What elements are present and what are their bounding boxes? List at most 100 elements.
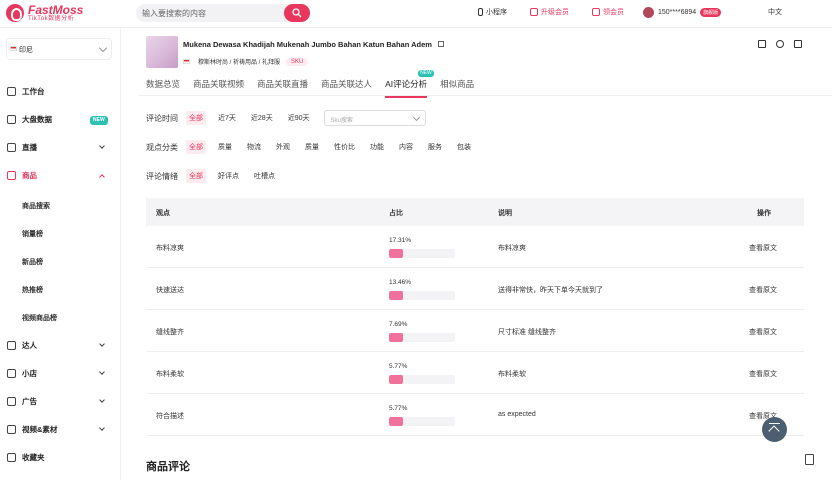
top-bar: FastMoss TikTok数据分析 输入要搜索的内容 小程序 升级会员 领会… (0, 0, 832, 28)
product-category: 穆斯林时尚 / 祈祷用品 / 礼拜服 SKU (183, 57, 309, 66)
filter-option[interactable]: 近28天 (248, 111, 276, 125)
tab-label: AI评论分析 (385, 79, 428, 89)
product-image[interactable] (146, 36, 178, 68)
column-header: 占比 (389, 210, 403, 217)
filter-option[interactable]: 性价比 (331, 140, 358, 154)
filter-option[interactable]: 近7天 (215, 111, 239, 125)
sidebar-item-label: 直播 (22, 143, 37, 152)
row-point: 布料柔软 (156, 371, 184, 378)
filter-label: 评论情绪 (146, 171, 178, 181)
chevron-down-icon (99, 341, 105, 347)
bag-icon (7, 171, 16, 180)
percent-bar-fill (389, 375, 403, 384)
region-select[interactable]: 印尼 (6, 38, 112, 60)
crown-icon (530, 8, 538, 16)
qrcode-icon[interactable] (758, 40, 766, 48)
copy-icon[interactable] (438, 41, 445, 47)
row-description: 布料柔软 (498, 371, 526, 378)
phone-icon (478, 8, 483, 16)
row-point: 符合描述 (156, 413, 184, 420)
sidebar-sub-hot-rank[interactable]: 热推榜 (22, 285, 43, 295)
search-input[interactable]: 输入要搜索的内容 (136, 4, 310, 22)
upgrade-link[interactable]: 升级会员 (530, 7, 569, 17)
view-original-link[interactable]: 查看原文 (749, 243, 777, 253)
filter-option[interactable]: 质量 (215, 140, 235, 154)
row-description: 尺寸标准 缝线整齐 (498, 329, 556, 336)
filter-option[interactable]: 好评点 (215, 169, 242, 183)
region-label: 印尼 (19, 47, 33, 54)
filter-option[interactable]: 吐槽点 (251, 169, 278, 183)
miniapp-link[interactable]: 小程序 (478, 7, 507, 17)
filter-option[interactable]: 服务 (425, 140, 445, 154)
filter-option[interactable]: 近90天 (285, 111, 313, 125)
filter-option[interactable]: 质量 (302, 140, 322, 154)
sidebar-item-label: 工作台 (22, 87, 45, 96)
sidebar-sub-new-rank[interactable]: 新品榜 (22, 257, 43, 267)
filter-option[interactable]: 功能 (367, 140, 387, 154)
sidebar-item-label: 达人 (22, 341, 37, 350)
logo[interactable]: FastMoss TikTok数据分析 (6, 4, 83, 22)
sidebar-item-shops[interactable]: 小店 (0, 360, 121, 388)
filter-label: 观点分类 (146, 142, 178, 152)
view-original-link[interactable]: 查看原文 (749, 327, 777, 337)
sidebar-item-market-data[interactable]: 大盘数据 NEW (0, 106, 121, 134)
user-icon (7, 341, 16, 350)
document-icon[interactable] (805, 454, 814, 465)
row-point: 布料凉爽 (156, 245, 184, 252)
filter-option[interactable]: 全部 (186, 140, 206, 154)
column-header: 操作 (757, 210, 771, 217)
filter-option[interactable]: 物流 (244, 140, 264, 154)
upgrade-label: 升级会员 (541, 9, 569, 16)
row-point: 缝线整齐 (156, 329, 184, 336)
view-original-link[interactable]: 查看原文 (749, 285, 777, 295)
sidebar-item-favorites[interactable]: 收藏夹 (0, 444, 121, 472)
filter-option[interactable]: 外观 (273, 140, 293, 154)
sku-search-select[interactable]: Sku搜索 (323, 110, 426, 126)
sidebar-item-ads[interactable]: 广告 (0, 388, 121, 416)
row-percent: 13.46% (389, 279, 412, 286)
chevron-down-icon (99, 397, 105, 403)
external-link-icon[interactable] (794, 40, 802, 48)
sidebar-sub-sales-rank[interactable]: 销量榜 (22, 229, 43, 239)
table-row: 布料柔软 5.77% 布料柔软 查看原文 (146, 352, 804, 394)
chevron-down-icon (99, 369, 105, 375)
chevron-up-icon (99, 174, 105, 180)
sidebar: 印尼 工作台 大盘数据 NEW 直播 商品 商品搜索 销量榜 新品榜 热推榜 视频… (0, 28, 121, 480)
sidebar-sub-video-product-rank[interactable]: 视频商品榜 (22, 313, 57, 323)
language-switch[interactable]: 中文 (768, 7, 782, 17)
view-original-link[interactable]: 查看原文 (749, 369, 777, 379)
user-phone: 150****6894 (658, 9, 697, 16)
filter-sentiment: 评论情绪 全部 好评点 吐槽点 (146, 169, 287, 183)
sidebar-item-creators[interactable]: 达人 (0, 332, 121, 360)
filter-time: 评论时间 全部 近7天 近28天 近90天 Sku搜索 (146, 110, 426, 126)
avatar (643, 7, 654, 18)
video-icon (7, 425, 16, 434)
search-button[interactable] (284, 4, 310, 22)
filter-option[interactable]: 包装 (454, 140, 474, 154)
filter-option[interactable]: 全部 (186, 169, 206, 183)
sidebar-item-products[interactable]: 商品 (0, 162, 121, 190)
home-icon (7, 87, 16, 96)
percent-bar (389, 249, 455, 258)
back-to-top-button[interactable] (762, 417, 787, 442)
sku-badge[interactable]: SKU (286, 57, 309, 66)
table-row: 缝线整齐 7.69% 尺寸标准 缝线整齐 查看原文 (146, 310, 804, 352)
sidebar-item-label: 大盘数据 (22, 115, 52, 124)
category-path: 穆斯林时尚 / 祈祷用品 / 礼拜服 (198, 60, 281, 66)
sidebar-item-workbench[interactable]: 工作台 (0, 78, 121, 106)
filter-label: 评论时间 (146, 113, 178, 123)
sidebar-item-videos[interactable]: 视频&素材 (0, 416, 121, 444)
earn-link[interactable]: 领会员 (592, 7, 624, 17)
filter-option[interactable]: 内容 (396, 140, 416, 154)
user-menu[interactable]: 150****6894 旗舰版 (643, 7, 722, 18)
percent-bar (389, 291, 455, 300)
filter-option[interactable]: 全部 (186, 111, 206, 125)
new-badge: NEW (418, 70, 434, 77)
sidebar-item-live[interactable]: 直播 (0, 134, 121, 162)
sidebar-sub-product-search[interactable]: 商品搜索 (22, 201, 50, 211)
folder-icon (7, 453, 16, 462)
row-percent: 5.77% (389, 405, 408, 412)
tiktok-icon[interactable] (776, 40, 784, 48)
main-content: Mukena Dewasa Khadijah Mukenah Jumbo Bah… (138, 28, 832, 480)
review-analysis-table: 观点 占比 说明 操作 布料凉爽 17.31% 布料凉爽 查看原文 快速送达 1… (146, 198, 804, 436)
